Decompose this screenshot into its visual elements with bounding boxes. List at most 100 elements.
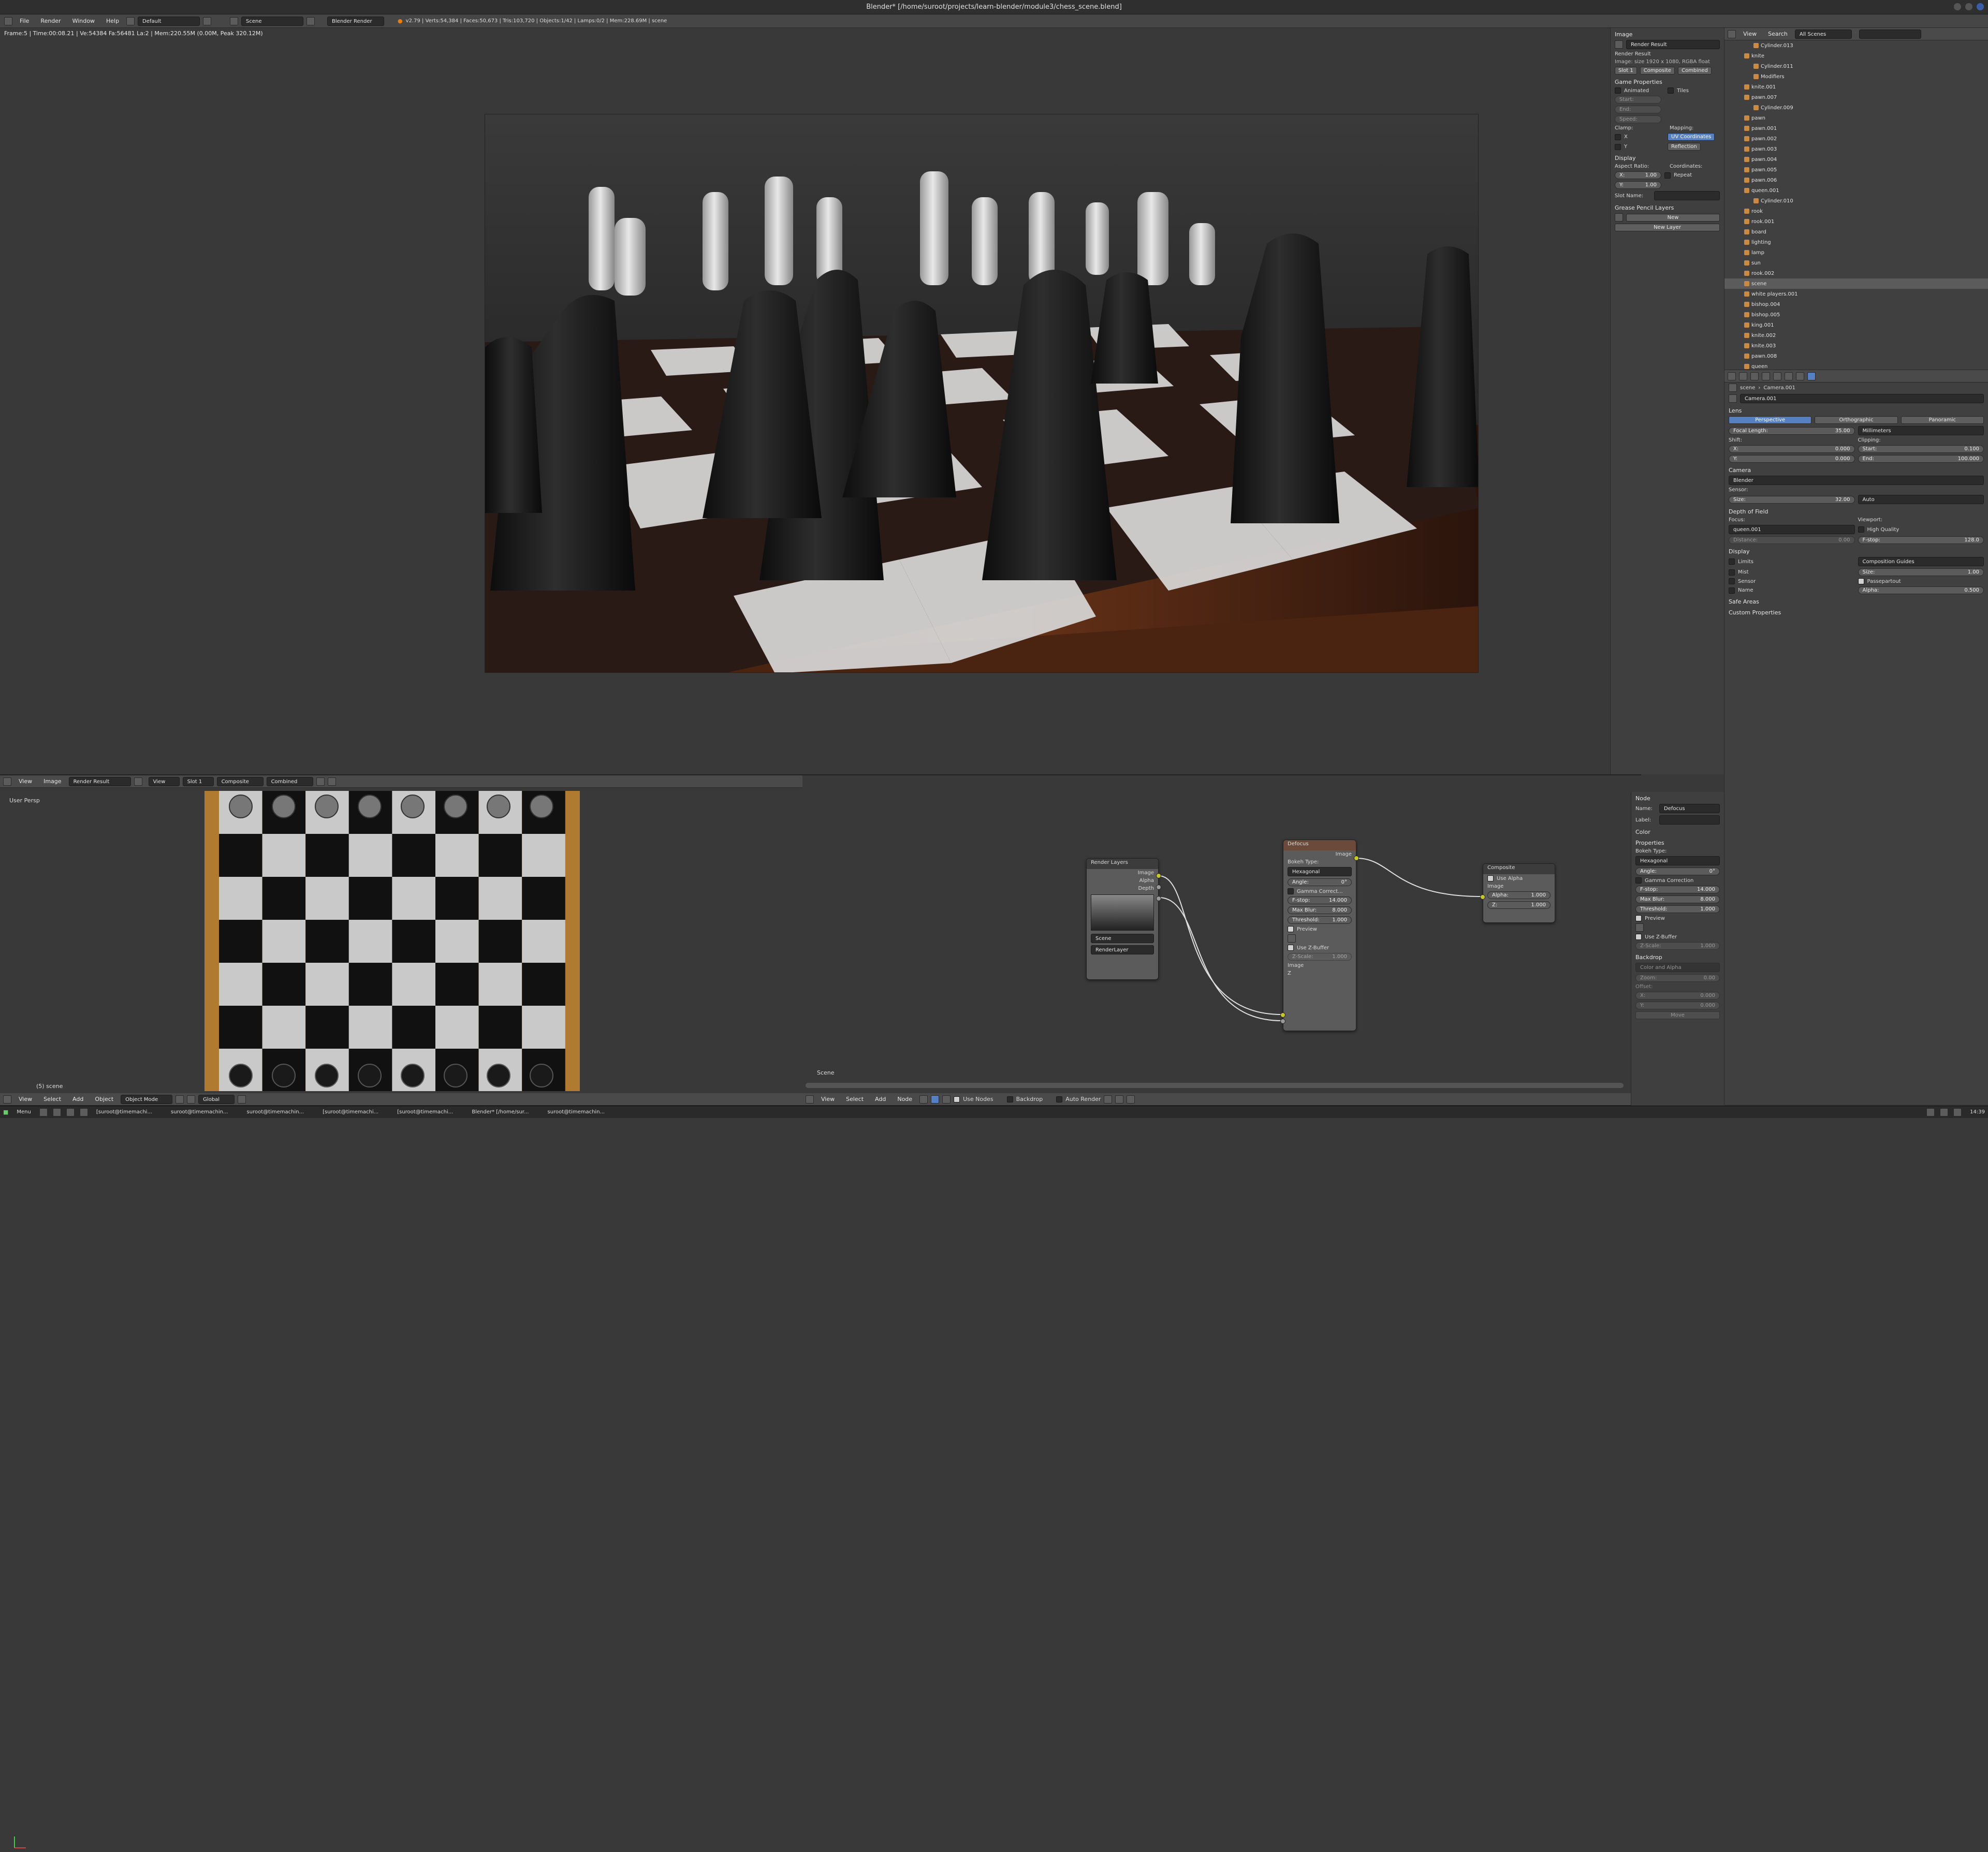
new-layer-button[interactable]: New Layer [1615, 224, 1720, 231]
tray-icon-1[interactable] [1926, 1108, 1935, 1116]
outliner-item[interactable]: bishop.005 [1724, 310, 1988, 320]
sensor-fit-selector[interactable]: Auto [1858, 495, 1984, 504]
mode-selector[interactable]: Object Mode [121, 1094, 173, 1104]
df-out-image-socket[interactable] [1354, 856, 1359, 861]
clip-start-field[interactable]: Start: 0.100 [1858, 445, 1984, 453]
footer-view-menu[interactable]: View [14, 1095, 36, 1104]
focus-object-field[interactable]: queen.001 [1729, 525, 1855, 534]
snap-icon[interactable] [1104, 1095, 1113, 1104]
render-layers-node-title[interactable]: Render Layers [1087, 859, 1158, 869]
speed-field[interactable]: Speed: [1615, 115, 1661, 123]
outliner-item[interactable]: scene [1724, 278, 1988, 289]
outliner-item[interactable]: knite.002 [1724, 330, 1988, 341]
outliner-item[interactable]: knite.003 [1724, 341, 1988, 351]
np-fstop-field[interactable]: F-stop: 14.000 [1635, 886, 1720, 893]
rl-alpha-socket[interactable] [1156, 885, 1161, 890]
start-menu-button[interactable]: Menu [13, 1109, 34, 1115]
df-maxblur-field[interactable]: Max Blur: 8.000 [1288, 906, 1352, 914]
comp-use-alpha-checkbox[interactable] [1487, 875, 1494, 881]
node-node-menu[interactable]: Node [893, 1095, 916, 1104]
footer-select-menu[interactable]: Select [39, 1095, 65, 1104]
footer-add-menu[interactable]: Add [68, 1095, 87, 1104]
shift-x-field[interactable]: X: 0.000 [1729, 445, 1855, 453]
paste-icon[interactable] [1127, 1095, 1135, 1104]
outliner-item[interactable]: pawn.008 [1724, 351, 1988, 361]
dof-panel-header[interactable]: Depth of Field [1724, 505, 1988, 516]
np-maxblur-field[interactable]: Max Blur: 8.000 [1635, 895, 1720, 903]
sensor-size-field[interactable]: Size: 32.00 [1729, 495, 1855, 504]
use-nodes-checkbox[interactable] [954, 1096, 960, 1103]
image-editor-image-menu[interactable]: Image [39, 777, 65, 786]
display-size-field[interactable]: Size: 1.00 [1858, 568, 1984, 576]
start-field[interactable]: Start: [1615, 96, 1661, 104]
node-add-menu[interactable]: Add [871, 1095, 890, 1104]
image-editor[interactable]: View Image Render Result View Slot 1 Com… [0, 774, 802, 1848]
compositor-tree-icon[interactable] [931, 1095, 940, 1104]
outliner-item[interactable]: pawn.001 [1724, 123, 1988, 134]
constraints-tab-icon[interactable] [1785, 372, 1793, 380]
safe-areas-header[interactable]: Safe Areas [1724, 595, 1988, 606]
node-select-menu[interactable]: Select [842, 1095, 868, 1104]
outliner-item[interactable]: knite.001 [1724, 82, 1988, 92]
viewport-fstop-field[interactable]: F-stop: 128.0 [1858, 536, 1984, 544]
outliner-item[interactable]: bishop.004 [1724, 299, 1988, 310]
pin-icon[interactable] [1729, 384, 1737, 392]
texture-tree-icon[interactable] [942, 1095, 951, 1104]
render-engine-selector[interactable]: Blender Render [327, 16, 385, 26]
scope-icon[interactable] [327, 777, 336, 786]
launcher-icon-4[interactable] [79, 1108, 88, 1116]
editor-type-icon[interactable] [4, 17, 12, 25]
panoramic-button[interactable]: Panoramic [1901, 416, 1984, 424]
pivot-icon[interactable] [187, 1095, 196, 1104]
np-offset-y-field[interactable]: Y: 0.000 [1635, 1002, 1720, 1009]
outliner-item[interactable]: rook.001 [1724, 216, 1988, 227]
scene-tab-icon[interactable] [1750, 372, 1759, 380]
rl-image-socket[interactable] [1156, 873, 1161, 878]
outliner-editor-icon[interactable] [1728, 30, 1736, 38]
outliner-item[interactable]: board [1724, 227, 1988, 237]
backdrop-panel-header[interactable]: Backdrop [1631, 951, 1724, 962]
close-icon[interactable] [1977, 3, 1984, 10]
focal-length-field[interactable]: Focal Length: 35.00 [1729, 427, 1855, 435]
channels-icon[interactable] [316, 777, 325, 786]
clamp-y-checkbox[interactable] [1615, 143, 1621, 150]
outliner-item[interactable]: pawn.005 [1724, 165, 1988, 175]
taskbar-task[interactable]: suroot@timemachin... [545, 1109, 608, 1115]
layers-icon[interactable] [238, 1095, 246, 1104]
np-angle-field[interactable]: Angle: 0° [1635, 868, 1720, 875]
outliner-item[interactable]: pawn [1724, 113, 1988, 123]
np-backdrop-mode[interactable]: Color and Alpha [1635, 963, 1720, 972]
end-field[interactable]: End: [1615, 106, 1661, 113]
perspective-button[interactable]: Perspective [1729, 416, 1812, 424]
launcher-icon-3[interactable] [66, 1108, 75, 1116]
outliner-item[interactable]: king.001 [1724, 320, 1988, 330]
taskbar-task[interactable]: suroot@timemachin... [244, 1109, 308, 1115]
np-threshold-field[interactable]: Threshold: 1.000 [1635, 905, 1720, 913]
outliner-item[interactable]: Cylinder.010 [1724, 196, 1988, 206]
uv-pass-selector[interactable]: Combined [266, 776, 313, 786]
uv-layer-selector[interactable]: Composite [216, 776, 264, 786]
outliner-item[interactable]: lamp [1724, 247, 1988, 258]
clip-end-field[interactable]: End: 100.000 [1858, 455, 1984, 463]
start-menu-icon[interactable]: ■ [3, 1109, 8, 1115]
comp-z-field[interactable]: Z: 1.000 [1487, 901, 1551, 909]
display-section-header[interactable]: Display [1611, 152, 1724, 163]
minimize-icon[interactable] [1954, 3, 1961, 10]
outliner-item[interactable]: rook.002 [1724, 268, 1988, 278]
transform-orientation-selector[interactable]: Global [198, 1094, 235, 1104]
outliner-item[interactable]: sun [1724, 258, 1988, 268]
mist-checkbox[interactable] [1729, 569, 1735, 576]
df-bokeh-selector[interactable]: Hexagonal [1288, 867, 1352, 876]
shift-y-field[interactable]: Y: 0.000 [1729, 455, 1855, 463]
outliner-item[interactable]: queen.001 [1724, 185, 1988, 196]
screen-layout-selector[interactable]: Default [138, 16, 200, 26]
network-icon[interactable] [1953, 1108, 1962, 1116]
taskbar-task[interactable]: [suroot@timemachi... [394, 1109, 456, 1115]
slot-name-field[interactable] [1654, 191, 1720, 200]
camera-data-tab-icon[interactable] [1807, 372, 1816, 380]
tray-icon-2[interactable] [1940, 1108, 1949, 1116]
shader-tree-icon[interactable] [919, 1095, 928, 1104]
node-name-field[interactable]: Defocus [1659, 804, 1720, 813]
composite-node[interactable]: Composite Use Alpha Image Alpha: 1.000 Z:… [1480, 863, 1555, 923]
limits-checkbox[interactable] [1729, 558, 1735, 565]
